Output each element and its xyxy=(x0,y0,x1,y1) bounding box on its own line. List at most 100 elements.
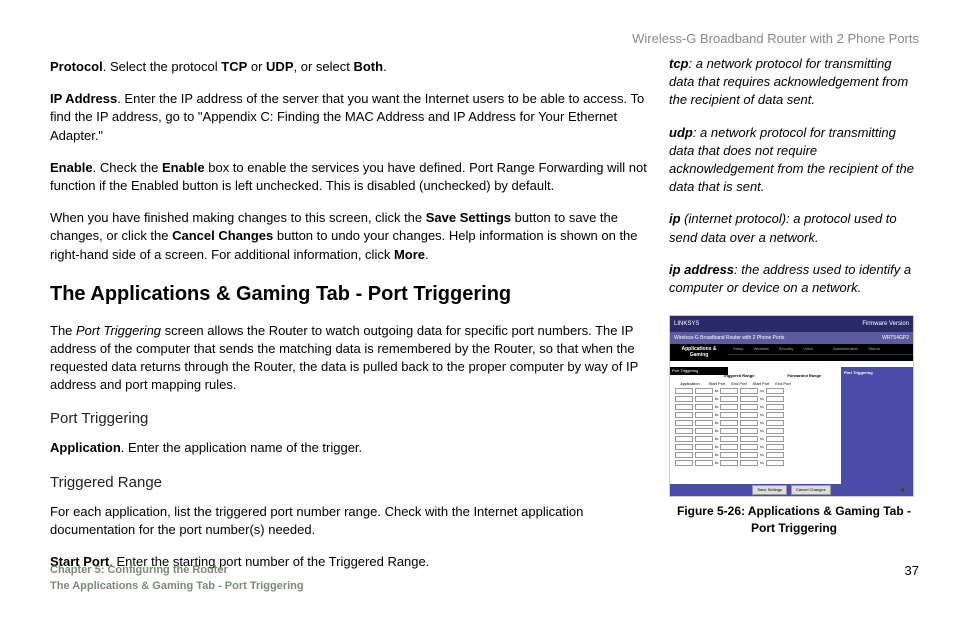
port-input[interactable] xyxy=(766,452,784,458)
port-input[interactable] xyxy=(740,396,758,402)
port-input[interactable] xyxy=(766,388,784,394)
port-input[interactable] xyxy=(740,460,758,466)
port-input[interactable] xyxy=(695,404,713,410)
paragraph-save-cancel: When you have finished making changes to… xyxy=(50,209,655,264)
port-input[interactable] xyxy=(740,404,758,410)
tab-security[interactable]: Security xyxy=(774,344,798,354)
port-input[interactable] xyxy=(740,452,758,458)
app-input[interactable] xyxy=(675,452,693,458)
figure-5-26: LINKSYS Firmware Version Wireless-G Broa… xyxy=(669,315,919,537)
col-forwarded: Forwarded Range xyxy=(772,373,838,379)
port-input[interactable] xyxy=(720,412,738,418)
def-ip: ip (internet protocol): a protocol used … xyxy=(669,210,919,246)
def-ip-address: ip address: the address used to identify… xyxy=(669,261,919,297)
port-input[interactable] xyxy=(740,420,758,426)
app-input[interactable] xyxy=(675,444,693,450)
colh-sp1: Start Port xyxy=(706,381,728,387)
term-protocol: Protocol xyxy=(50,59,103,74)
page-number: 37 xyxy=(905,562,919,580)
app-input[interactable] xyxy=(675,412,693,418)
paragraph-application: Application. Enter the application name … xyxy=(50,439,655,457)
colh-app: Application xyxy=(674,381,706,387)
tab-admin[interactable]: Administration xyxy=(828,344,863,354)
table-row: toto xyxy=(674,452,837,458)
port-input[interactable] xyxy=(695,452,713,458)
tab-wireless[interactable]: Wireless xyxy=(748,344,773,354)
def-tcp: tcp: a network protocol for transmitting… xyxy=(669,55,919,110)
port-input[interactable] xyxy=(766,460,784,466)
subtab-port-triggering[interactable]: Port Triggering xyxy=(670,367,728,375)
port-input[interactable] xyxy=(695,428,713,434)
sidebar-column: tcp: a network protocol for transmitting… xyxy=(669,30,919,537)
product-header: Wireless-G Broadband Router with 2 Phone… xyxy=(632,30,919,48)
app-input[interactable] xyxy=(675,436,693,442)
table-row: toto xyxy=(674,444,837,450)
app-input[interactable] xyxy=(675,388,693,394)
port-input[interactable] xyxy=(720,436,738,442)
table-row: toto xyxy=(674,412,837,418)
tab-setup[interactable]: Setup xyxy=(728,344,748,354)
term-enable: Enable xyxy=(50,160,93,175)
port-input[interactable] xyxy=(720,404,738,410)
port-input[interactable] xyxy=(740,412,758,418)
port-input[interactable] xyxy=(740,444,758,450)
term-ip-address: IP Address xyxy=(50,91,117,106)
tab-applications-gaming[interactable]: Applications & Gaming xyxy=(670,344,728,361)
app-input[interactable] xyxy=(675,404,693,410)
paragraph-triggered-range: For each application, list the triggered… xyxy=(50,503,655,539)
colh-ep2: End Port xyxy=(772,381,794,387)
table-row: toto xyxy=(674,404,837,410)
help-sidebar: Port Triggering xyxy=(841,367,913,484)
port-input[interactable] xyxy=(695,420,713,426)
table-row: toto xyxy=(674,388,837,394)
port-input[interactable] xyxy=(740,428,758,434)
app-input[interactable] xyxy=(675,396,693,402)
port-input[interactable] xyxy=(720,420,738,426)
table-row: toto xyxy=(674,428,837,434)
port-input[interactable] xyxy=(695,396,713,402)
term-application: Application xyxy=(50,440,121,455)
port-input[interactable] xyxy=(766,412,784,418)
figure-caption: Figure 5-26: Applications & Gaming Tab -… xyxy=(669,503,919,537)
colh-ep1: End Port xyxy=(728,381,750,387)
save-button[interactable]: Save Settings xyxy=(752,485,787,495)
table-row: toto xyxy=(674,436,837,442)
port-input[interactable] xyxy=(740,436,758,442)
cancel-button[interactable]: Cancel Changes xyxy=(791,485,831,495)
port-input[interactable] xyxy=(766,396,784,402)
app-input[interactable] xyxy=(675,460,693,466)
paragraph-protocol: Protocol. Select the protocol TCP or UDP… xyxy=(50,58,655,76)
port-input[interactable] xyxy=(740,388,758,394)
app-input[interactable] xyxy=(675,420,693,426)
main-column: Protocol. Select the protocol TCP or UDP… xyxy=(50,30,655,585)
port-input[interactable] xyxy=(720,452,738,458)
port-input[interactable] xyxy=(766,444,784,450)
section-heading: The Applications & Gaming Tab - Port Tri… xyxy=(50,280,655,308)
port-input[interactable] xyxy=(766,420,784,426)
port-input[interactable] xyxy=(695,444,713,450)
chapter-line: Chapter 5: Configuring the Router xyxy=(50,563,304,578)
paragraph-enable: Enable. Check the Enable box to enable t… xyxy=(50,159,655,195)
table-row: toto xyxy=(674,460,837,466)
brand-logo: LINKSYS xyxy=(674,320,699,328)
port-input[interactable] xyxy=(766,404,784,410)
port-input[interactable] xyxy=(720,388,738,394)
intro-paragraph: The Port Triggering screen allows the Ro… xyxy=(50,322,655,395)
port-input[interactable] xyxy=(720,460,738,466)
port-input[interactable] xyxy=(695,388,713,394)
subheading-port-triggering: Port Triggering xyxy=(50,408,655,429)
cisco-logo-icon: ⚫ xyxy=(896,486,909,494)
tab-voice[interactable]: Voice xyxy=(798,344,818,354)
section-line: The Applications & Gaming Tab - Port Tri… xyxy=(50,579,304,594)
port-input[interactable] xyxy=(720,444,738,450)
port-input[interactable] xyxy=(695,412,713,418)
port-input[interactable] xyxy=(695,436,713,442)
port-input[interactable] xyxy=(766,436,784,442)
port-input[interactable] xyxy=(695,460,713,466)
tab-status[interactable]: Status xyxy=(863,344,884,354)
app-input[interactable] xyxy=(675,428,693,434)
port-input[interactable] xyxy=(720,428,738,434)
table-row: toto xyxy=(674,396,837,402)
port-input[interactable] xyxy=(766,428,784,434)
port-input[interactable] xyxy=(720,396,738,402)
